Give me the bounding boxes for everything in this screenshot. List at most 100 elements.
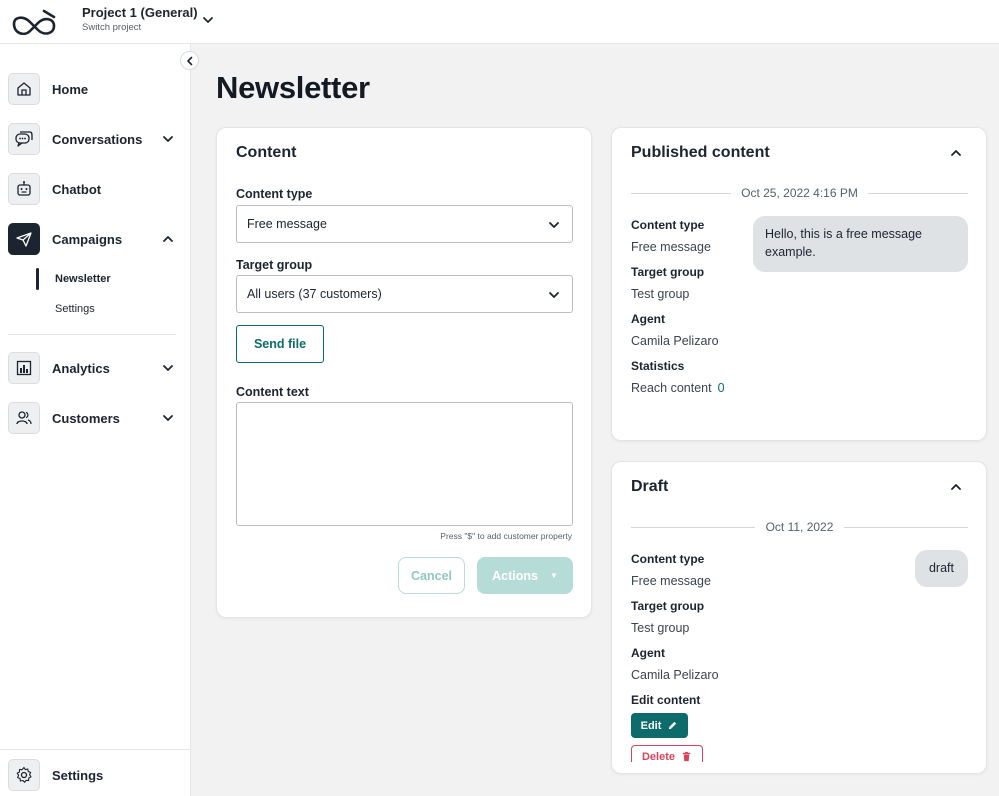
edit-button[interactable]: Edit — [631, 713, 688, 738]
infinity-logo-icon[interactable] — [8, 5, 60, 35]
published-reach-row: Reach content 0 — [631, 381, 725, 395]
draft-date-row: Oct 11, 2022 — [631, 520, 968, 534]
draft-target-group-value: Test group — [631, 621, 690, 635]
sidebar-footer-divider — [0, 749, 190, 750]
home-icon-wrap — [8, 73, 40, 105]
sidebar-item-label: Customers — [52, 410, 120, 426]
sidebar-item-customers[interactable]: Customers — [8, 402, 178, 434]
published-message-bubble: Hello, this is a free message example. — [753, 216, 968, 272]
send-file-button[interactable]: Send file — [236, 325, 324, 363]
target-group-select[interactable]: All users (37 customers) — [236, 275, 573, 313]
sidebar-item-label: Home — [52, 81, 89, 97]
caret-down-icon: ▼ — [549, 571, 558, 580]
chevron-down-icon — [163, 136, 173, 142]
gear-icon — [16, 766, 32, 783]
active-sub-indicator — [36, 268, 39, 290]
project-switch-label: Switch project — [82, 22, 142, 33]
sidebar-item-label: Campaigns — [52, 231, 123, 247]
paper-plane-icon-wrap — [8, 223, 40, 255]
sidebar-item-chatbot[interactable]: Chatbot — [8, 173, 178, 205]
published-agent-label: Agent — [631, 312, 665, 326]
chevron-left-icon — [186, 56, 192, 65]
sidebar-item-home[interactable]: Home — [8, 73, 178, 105]
reach-value: 0 — [717, 381, 725, 395]
pencil-icon — [669, 721, 677, 730]
sidebar-item-settings[interactable]: Settings — [8, 759, 178, 791]
home-icon — [17, 82, 31, 96]
published-agent-value: Camila Pelizaro — [631, 334, 719, 348]
chevron-down-icon — [549, 292, 559, 298]
users-icon-wrap — [8, 402, 40, 434]
bar-chart-icon-wrap — [8, 352, 40, 384]
robot-icon — [17, 181, 31, 196]
chat-bubbles-icon — [15, 131, 33, 147]
cancel-button[interactable]: Cancel — [398, 557, 465, 594]
published-content-type-value: Free message — [631, 240, 711, 254]
sidebar-item-analytics[interactable]: Analytics — [8, 352, 178, 384]
top-bar: Project 1 (General) Switch project — [0, 0, 999, 44]
draft-date: Oct 11, 2022 — [631, 520, 968, 534]
chevron-up-icon[interactable] — [950, 481, 962, 493]
content-type-label: Content type — [236, 187, 313, 201]
users-icon — [16, 411, 32, 425]
published-target-group-label: Target group — [631, 265, 705, 279]
chevron-up-icon[interactable] — [950, 147, 962, 159]
delete-button[interactable]: Delete — [631, 745, 703, 762]
paper-plane-icon — [16, 232, 32, 247]
published-date-text: Oct 25, 2022 4:16 PM — [733, 186, 866, 200]
content-card: Content Content type Free message Target… — [216, 127, 592, 618]
sidebar-collapse-button[interactable] — [180, 51, 199, 70]
content-text-hint: Press "$" to add customer property — [440, 531, 572, 541]
sidebar-item-label: Conversations — [52, 131, 143, 147]
draft-content-type-label: Content type — [631, 552, 705, 566]
chevron-up-icon — [163, 236, 173, 242]
edit-label: Edit — [640, 719, 662, 732]
sidebar-subitem-settings[interactable]: Settings — [55, 303, 95, 315]
robot-icon-wrap — [8, 173, 40, 205]
published-date: Oct 25, 2022 4:16 PM — [631, 186, 968, 200]
draft-message-bubble: draft — [915, 550, 968, 587]
sidebar-item-label: Chatbot — [52, 181, 102, 197]
content-type-select[interactable]: Free message — [236, 205, 573, 243]
sidebar-item-conversations[interactable]: Conversations — [8, 123, 178, 155]
published-date-row: Oct 25, 2022 4:16 PM — [631, 186, 968, 200]
page-title: Newsletter — [216, 70, 370, 105]
sidebar-item-campaigns[interactable]: Campaigns — [8, 223, 178, 255]
sidebar-subitem-newsletter[interactable]: Newsletter — [55, 273, 111, 285]
published-statistics-label: Statistics — [631, 359, 685, 373]
trash-icon — [682, 751, 691, 762]
project-name: Project 1 (General) — [82, 5, 198, 20]
chevron-down-icon — [203, 17, 213, 23]
published-card-title: Published content — [631, 144, 770, 161]
chat-bubbles-icon-wrap — [8, 123, 40, 155]
content-text-input[interactable] — [236, 402, 573, 526]
sidebar-item-label: Analytics — [52, 360, 110, 376]
content-text-label: Content text — [236, 385, 309, 399]
published-content-type-label: Content type — [631, 218, 705, 232]
actions-label: Actions — [492, 568, 538, 583]
chevron-down-icon — [163, 365, 173, 371]
bar-chart-icon — [16, 360, 32, 376]
project-switcher[interactable]: Project 1 (General) Switch project — [82, 4, 222, 38]
sidebar-divider — [8, 334, 176, 335]
gear-icon-wrap — [8, 759, 40, 791]
sidebar-item-label: Settings — [52, 767, 104, 783]
delete-label: Delete — [641, 751, 676, 762]
target-group-label: Target group — [236, 258, 313, 272]
draft-target-group-label: Target group — [631, 599, 705, 613]
draft-card: Draft Oct 11, 2022 Content type Free mes… — [611, 461, 987, 774]
reach-label: Reach content — [631, 381, 712, 395]
draft-content-type-value: Free message — [631, 574, 711, 588]
chevron-down-icon — [549, 222, 559, 228]
target-group-value: All users (37 customers) — [247, 287, 382, 301]
content-card-title: Content — [236, 144, 297, 161]
actions-button[interactable]: Actions ▼ — [477, 557, 573, 594]
draft-card-title: Draft — [631, 478, 669, 495]
chevron-down-icon — [163, 415, 173, 421]
published-target-group-value: Test group — [631, 287, 690, 301]
draft-agent-value: Camila Pelizaro — [631, 668, 719, 682]
sidebar: Home Conversations Chatbot Campaigns New… — [0, 44, 191, 796]
content-type-value: Free message — [247, 217, 327, 231]
published-content-card: Published content Oct 25, 2022 4:16 PM C… — [611, 127, 987, 441]
draft-agent-label: Agent — [631, 646, 665, 660]
